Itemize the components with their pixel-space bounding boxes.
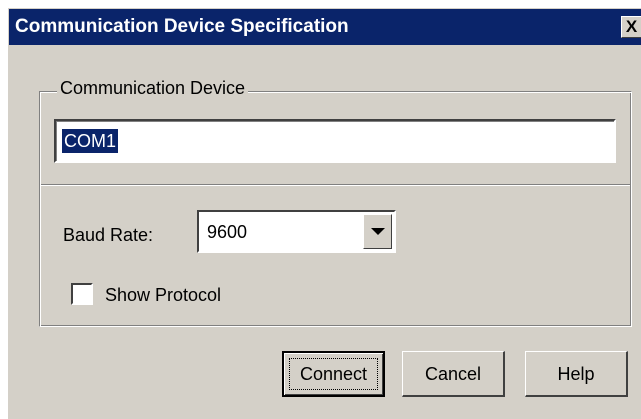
communication-device-dialog: Communication Device Specification X Com… bbox=[8, 8, 641, 419]
window-title: Communication Device Specification bbox=[15, 16, 349, 37]
close-button[interactable]: X bbox=[621, 16, 641, 38]
baud-rate-value: 9600 bbox=[207, 222, 248, 242]
group-divider bbox=[41, 184, 630, 186]
help-button[interactable]: Help bbox=[525, 351, 628, 397]
baud-rate-label: Baud Rate: bbox=[63, 225, 154, 245]
focus-rect bbox=[289, 358, 378, 390]
close-icon: X bbox=[625, 17, 638, 36]
show-protocol-checkbox[interactable] bbox=[71, 283, 93, 305]
title-bar[interactable]: Communication Device Specification X bbox=[9, 9, 641, 45]
baud-rate-dropdown-button[interactable] bbox=[363, 214, 392, 249]
device-group-label: Communication Device bbox=[57, 77, 249, 99]
device-input-value: COM1 bbox=[60, 128, 120, 154]
show-protocol-label[interactable]: Show Protocol bbox=[105, 284, 221, 306]
chevron-down-icon bbox=[371, 228, 385, 235]
baud-rate-select[interactable]: 9600 bbox=[197, 210, 396, 253]
connect-button[interactable]: Connect bbox=[282, 351, 385, 397]
cancel-button[interactable]: Cancel bbox=[402, 351, 505, 397]
device-input[interactable]: COM1 bbox=[54, 119, 616, 163]
